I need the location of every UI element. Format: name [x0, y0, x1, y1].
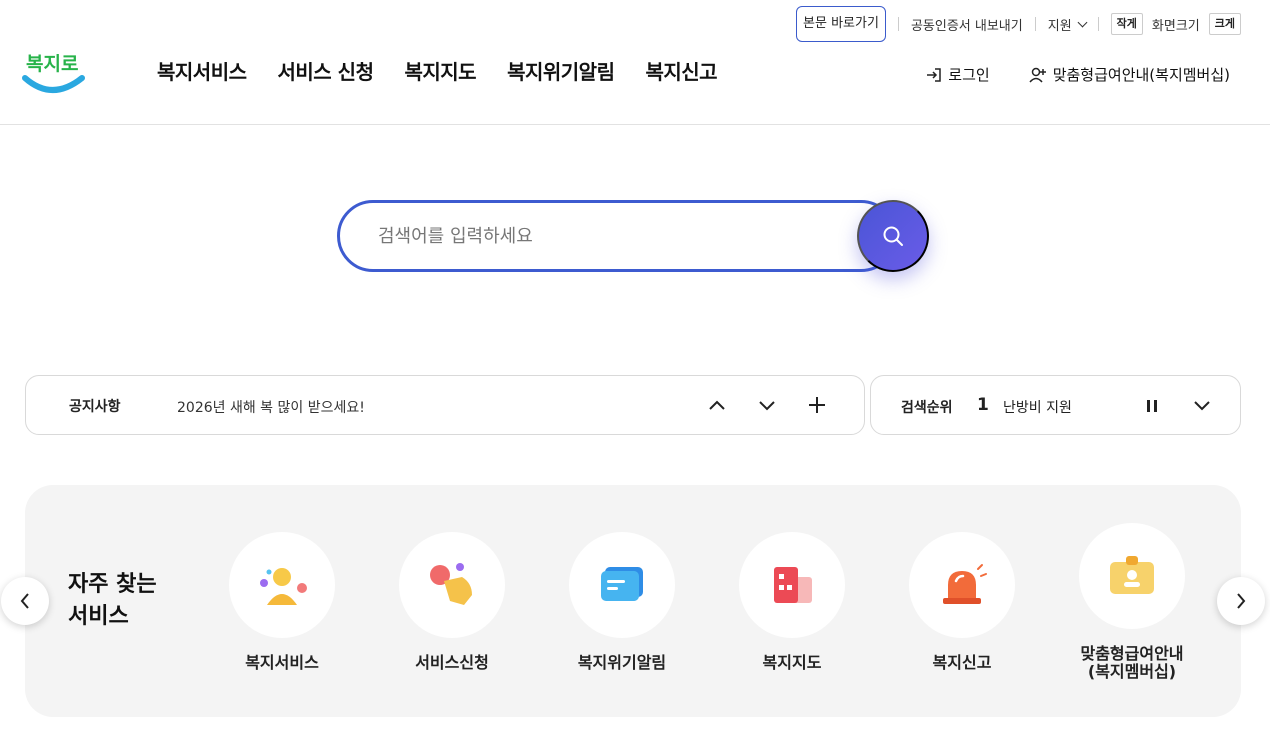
- skip-to-content-link[interactable]: 본문 바로가기: [796, 6, 886, 42]
- nav-welfare-report[interactable]: 복지신고: [645, 56, 717, 85]
- cert-export-link[interactable]: 공동인증서 내보내기: [911, 15, 1023, 34]
- chevron-up-icon: [709, 400, 725, 410]
- chevron-left-icon: [20, 593, 29, 609]
- fav-icon-circle: [1079, 523, 1185, 629]
- chevron-down-icon: [759, 401, 775, 411]
- notice-bar: 공지사항 2026년 새해 복 많이 받으세요!: [25, 375, 865, 435]
- divider: [1034, 17, 1036, 31]
- frequent-services-title: 자주 찾는 서비스: [68, 572, 157, 629]
- login-label: 로그인: [948, 66, 990, 84]
- notice-next-button[interactable]: [754, 392, 780, 418]
- fav-service-apply[interactable]: 서비스신청: [367, 532, 537, 672]
- fav-welfare-services[interactable]: 복지서비스: [197, 532, 367, 672]
- search-bar: [337, 200, 929, 272]
- membership-link[interactable]: 맞춤형급여안내(복지멤버십): [1028, 64, 1230, 85]
- fav-icon-circle: [909, 532, 1015, 638]
- fav-icon-circle: [229, 532, 335, 638]
- fav-welfare-report[interactable]: 복지신고: [877, 532, 1047, 672]
- fav-label: 복지지도: [762, 653, 822, 672]
- building-map-icon: [774, 567, 812, 603]
- hand-touch-icon: [430, 563, 472, 605]
- login-icon: [927, 67, 942, 82]
- search-ranking: 검색순위 1 난방비 지원: [870, 375, 1241, 435]
- header-actions: 로그인 맞춤형급여안내(복지멤버십): [925, 64, 1230, 85]
- font-large-button[interactable]: 크게: [1208, 13, 1241, 35]
- ranking-keyword[interactable]: 난방비 지원: [1003, 397, 1072, 417]
- utility-bar: 본문 바로가기 공동인증서 내보내기 지원 작게 화면크기 크게: [796, 6, 1241, 42]
- notice-prev-button[interactable]: [704, 392, 730, 418]
- notice-text[interactable]: 2026년 새해 복 많이 받으세요!: [177, 397, 365, 417]
- pause-icon-bar: [1154, 400, 1157, 412]
- frequent-services-panel: 자주 찾는 서비스 복지서비스 서비스신청 복지위기알림 복지지도 복지신고 맞…: [25, 485, 1241, 717]
- person-icon: [260, 568, 307, 605]
- fav-label: 서비스신청: [415, 653, 489, 672]
- nav-welfare-services[interactable]: 복지서비스: [157, 56, 247, 85]
- search-input[interactable]: [378, 203, 838, 269]
- chevron-down-icon: [1077, 17, 1088, 27]
- notice-title: 공지사항: [69, 399, 121, 415]
- nav-crisis-alert[interactable]: 복지위기알림: [507, 56, 615, 85]
- chevron-right-icon: [1237, 593, 1246, 609]
- fav-label: 복지위기알림: [577, 653, 667, 672]
- membership-label: 맞춤형급여안내(복지멤버십): [1052, 66, 1230, 84]
- nav-welfare-map[interactable]: 복지지도: [404, 56, 476, 85]
- logo-mark: 복지로: [22, 53, 85, 93]
- carousel-next-button[interactable]: [1217, 577, 1265, 625]
- fav-welfare-map[interactable]: 복지지도: [707, 532, 877, 672]
- ranking-number: 1: [977, 395, 989, 415]
- notice-more-button[interactable]: [804, 392, 830, 418]
- logo-text: 복지로: [26, 53, 78, 75]
- message-icon: [601, 567, 643, 601]
- fav-icon-circle: [569, 532, 675, 638]
- search-icon: [883, 226, 903, 246]
- pause-icon: [1147, 400, 1150, 412]
- logo[interactable]: 복지로: [22, 44, 86, 98]
- font-size-label: 화면크기: [1151, 18, 1200, 34]
- fav-icon-circle: [739, 532, 845, 638]
- fav-icon-circle: [399, 532, 505, 638]
- font-small-button[interactable]: 작게: [1110, 13, 1143, 35]
- chevron-down-icon: [1194, 401, 1210, 411]
- fav-membership[interactable]: 맞춤형급여안내 (복지멤버십): [1047, 523, 1217, 681]
- header-divider: [0, 124, 1270, 125]
- divider: [897, 17, 899, 31]
- nav-service-apply[interactable]: 서비스 신청: [278, 56, 374, 85]
- fav-label: 맞춤형급여안내 (복지멤버십): [1080, 644, 1184, 681]
- siren-icon: [943, 564, 987, 604]
- carousel-prev-button[interactable]: [1, 577, 49, 625]
- fav-crisis-alert[interactable]: 복지위기알림: [537, 532, 707, 672]
- membership-card-icon: [1110, 556, 1154, 594]
- search-button[interactable]: [857, 200, 929, 272]
- login-link[interactable]: 로그인: [925, 64, 990, 85]
- pause-button[interactable]: [1147, 400, 1159, 412]
- plus-icon: [809, 397, 825, 413]
- ranking-expand-button[interactable]: [1189, 392, 1215, 418]
- divider: [1097, 17, 1099, 31]
- main-nav: 복지서비스 서비스 신청 복지지도 복지위기알림 복지신고: [157, 56, 718, 85]
- user-add-icon: [1029, 67, 1046, 83]
- fav-label: 복지서비스: [245, 653, 319, 672]
- ranking-title: 검색순위: [901, 400, 953, 416]
- support-dropdown[interactable]: 지원: [1047, 15, 1088, 34]
- fav-label: 복지신고: [932, 653, 992, 672]
- support-label: 지원: [1047, 18, 1072, 34]
- search-field-frame: [337, 200, 897, 272]
